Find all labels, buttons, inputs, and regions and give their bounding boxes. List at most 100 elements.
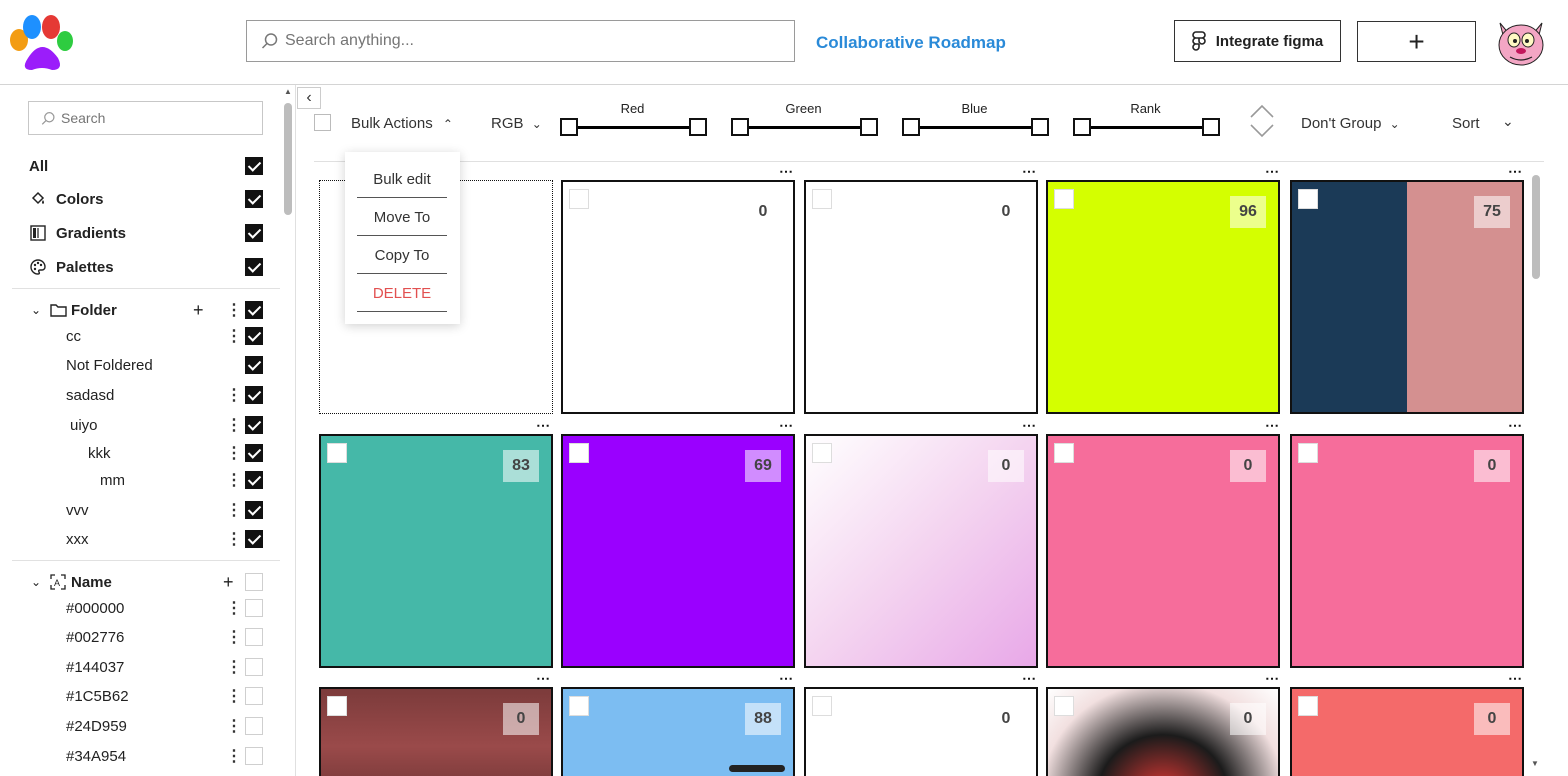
tile-color-teal[interactable]: 83 <box>319 434 553 668</box>
collapse-sidebar-button[interactable]: ‹ <box>297 87 321 109</box>
filter-palettes[interactable]: Palettes <box>0 254 280 280</box>
folder-item-uiyo[interactable]: uiyo ⋮ <box>0 412 280 438</box>
rank-range-slider[interactable]: Rank <box>1073 101 1220 141</box>
sort-direction-icon[interactable] <box>1249 103 1275 139</box>
folder-item-checkbox[interactable] <box>245 471 263 489</box>
name-item-checkbox[interactable] <box>245 747 263 765</box>
global-search-input[interactable] <box>285 32 765 50</box>
filter-all[interactable]: All <box>0 153 280 179</box>
paw-logo-icon[interactable] <box>6 10 78 74</box>
chevron-down-icon[interactable]: ⌄ <box>31 303 41 317</box>
folder-item-checkbox[interactable] <box>245 386 263 404</box>
tile-options-icon[interactable]: ⋯ <box>1508 163 1523 180</box>
kebab-menu-icon[interactable]: ⋮ <box>226 657 242 677</box>
filter-gradients-checkbox[interactable] <box>245 224 263 242</box>
slider-max-handle[interactable] <box>689 118 707 136</box>
slider-track[interactable] <box>912 126 1037 129</box>
name-item[interactable]: #34A954 ⋮ <box>0 743 280 769</box>
tile-checkbox[interactable] <box>1054 443 1074 463</box>
folder-item-cc[interactable]: cc ⋮ <box>0 323 280 349</box>
tile-checkbox[interactable] <box>812 443 832 463</box>
folder-item-checkbox[interactable] <box>245 530 263 548</box>
bulk-actions-button[interactable]: Bulk Actions ⌃ <box>351 115 453 132</box>
menu-item-copy-to[interactable]: Copy To <box>357 236 447 274</box>
kebab-menu-icon[interactable]: ⋮ <box>226 529 242 549</box>
kebab-menu-icon[interactable]: ⋮ <box>226 500 242 520</box>
filter-colors[interactable]: Colors <box>0 186 280 212</box>
scroll-down-icon[interactable]: ▼ <box>1531 759 1539 768</box>
folder-item-checkbox[interactable] <box>245 416 263 434</box>
tile-checkbox[interactable] <box>1054 696 1074 716</box>
kebab-menu-icon[interactable]: ⋮ <box>226 326 242 346</box>
tile-options-icon[interactable]: ⋯ <box>1508 417 1523 434</box>
blue-range-slider[interactable]: Blue <box>902 101 1049 141</box>
tile-color-violet[interactable]: 69 <box>561 434 795 668</box>
green-range-slider[interactable]: Green <box>731 101 878 141</box>
chevron-down-icon[interactable]: ⌄ <box>1502 113 1514 130</box>
menu-item-bulk-edit[interactable]: Bulk edit <box>357 160 447 198</box>
kebab-menu-icon[interactable]: ⋮ <box>226 746 242 766</box>
folder-item-checkbox[interactable] <box>245 327 263 345</box>
tile-checkbox[interactable] <box>1298 696 1318 716</box>
tile-checkbox[interactable] <box>1298 189 1318 209</box>
kebab-menu-icon[interactable]: ⋮ <box>226 598 242 618</box>
slider-min-handle[interactable] <box>902 118 920 136</box>
filter-palettes-checkbox[interactable] <box>245 258 263 276</box>
tile-checkbox[interactable] <box>569 696 589 716</box>
slider-max-handle[interactable] <box>860 118 878 136</box>
name-item[interactable]: #000000 ⋮ <box>0 595 280 621</box>
folder-item-not-foldered[interactable]: Not Foldered <box>0 352 280 378</box>
tile-color-white[interactable]: 0 <box>804 687 1038 776</box>
folder-item-checkbox[interactable] <box>245 444 263 462</box>
slider-max-handle[interactable] <box>1031 118 1049 136</box>
tile-gradient-maroon[interactable]: 0 <box>319 687 553 776</box>
tile-palette[interactable]: 75 <box>1290 180 1524 414</box>
color-mode-select[interactable]: RGB ⌄ <box>491 115 542 132</box>
kebab-menu-icon[interactable]: ⋮ <box>226 443 242 463</box>
red-range-slider[interactable]: Red <box>560 101 707 141</box>
name-item-checkbox[interactable] <box>245 658 263 676</box>
chevron-down-icon[interactable]: ⌄ <box>31 575 41 589</box>
tile-checkbox[interactable] <box>1298 443 1318 463</box>
menu-item-delete[interactable]: DELETE <box>357 274 447 312</box>
collaborative-roadmap-link[interactable]: Collaborative Roadmap <box>816 33 1006 53</box>
integrate-figma-button[interactable]: Integrate figma <box>1174 20 1341 62</box>
tile-checkbox[interactable] <box>812 189 832 209</box>
tile-color-salmon[interactable]: 0 <box>1290 687 1524 776</box>
folder-section-header[interactable]: ⌄ Folder + ⋮ <box>0 297 280 323</box>
slider-track[interactable] <box>570 126 695 129</box>
filter-gradients[interactable]: Gradients <box>0 220 280 246</box>
name-section-checkbox[interactable] <box>245 573 263 591</box>
main-scrollbar[interactable]: ▼ <box>1530 175 1542 775</box>
slider-max-handle[interactable] <box>1202 118 1220 136</box>
tile-options-icon[interactable]: ⋯ <box>1265 417 1280 434</box>
tile-options-icon[interactable]: ⋯ <box>1022 163 1037 180</box>
tile-gradient-pink[interactable]: 0 <box>804 434 1038 668</box>
sort-select[interactable]: Sort <box>1452 115 1480 132</box>
global-search-box[interactable] <box>246 20 795 62</box>
name-item-checkbox[interactable] <box>245 599 263 617</box>
tile-options-icon[interactable]: ⋯ <box>536 417 551 434</box>
folder-item-mm[interactable]: mm ⋮ <box>0 467 280 493</box>
folder-item-vvv[interactable]: vvv ⋮ <box>0 497 280 523</box>
tile-checkbox[interactable] <box>327 696 347 716</box>
slider-min-handle[interactable] <box>560 118 578 136</box>
tile-color-sky[interactable]: 88 <box>561 687 795 776</box>
kebab-menu-icon[interactable]: ⋮ <box>226 686 242 706</box>
folder-item-xxx[interactable]: xxx ⋮ <box>0 526 280 552</box>
tile-options-icon[interactable]: ⋯ <box>1265 163 1280 180</box>
name-item[interactable]: #1C5B62 ⋮ <box>0 683 280 709</box>
tile-options-icon[interactable]: ⋯ <box>1265 670 1280 687</box>
sidebar-scrollbar[interactable]: ▲ <box>283 85 293 776</box>
kebab-menu-icon[interactable]: ⋮ <box>226 300 242 320</box>
sidebar-search-input[interactable] <box>61 110 251 126</box>
name-item[interactable]: #002776 ⋮ <box>0 624 280 650</box>
tile-options-icon[interactable]: ⋯ <box>1022 670 1037 687</box>
name-item-checkbox[interactable] <box>245 687 263 705</box>
scroll-up-icon[interactable]: ▲ <box>284 87 292 96</box>
tile-options-icon[interactable]: ⋯ <box>779 417 794 434</box>
tile-options-icon[interactable]: ⋯ <box>1022 417 1037 434</box>
user-avatar[interactable] <box>1492 13 1550 71</box>
tile-color-lime[interactable]: 96 <box>1046 180 1280 414</box>
add-new-button[interactable]: + <box>1357 21 1476 62</box>
